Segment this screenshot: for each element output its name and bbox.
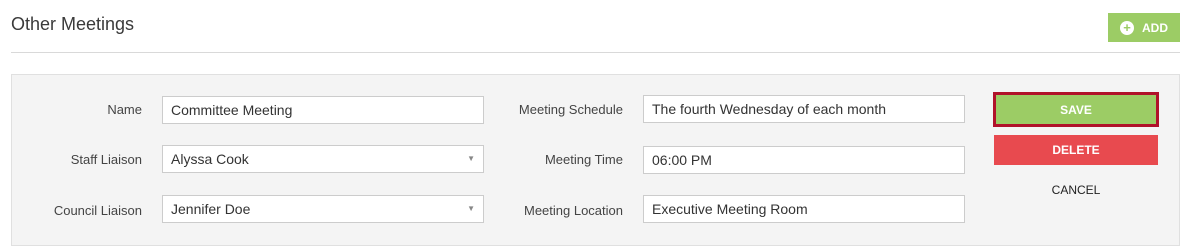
- header-divider: [11, 52, 1180, 53]
- add-button-label: ADD: [1142, 20, 1168, 35]
- meeting-time-field[interactable]: [643, 146, 965, 174]
- name-label: Name: [107, 102, 142, 117]
- meeting-schedule-field[interactable]: [643, 95, 965, 123]
- meeting-location-label: Meeting Location: [523, 203, 623, 218]
- council-liaison-value: Jennifer Doe: [171, 201, 251, 217]
- staff-liaison-select[interactable]: Alyssa Cook ▼: [162, 145, 484, 173]
- chevron-down-icon: ▼: [467, 204, 475, 213]
- staff-liaison-label: Staff Liaison: [70, 152, 142, 167]
- page-title: Other Meetings: [11, 14, 135, 34]
- section-header: Other Meetings + ADD: [0, 0, 1190, 53]
- cancel-button[interactable]: CANCEL: [994, 176, 1158, 204]
- save-button[interactable]: SAVE: [993, 92, 1159, 127]
- council-liaison-label: Council Liaison: [53, 203, 142, 218]
- plus-circle-icon: +: [1120, 20, 1134, 35]
- add-meeting-button[interactable]: + ADD: [1108, 13, 1180, 42]
- meeting-schedule-label: Meeting Schedule: [518, 102, 623, 117]
- staff-liaison-value: Alyssa Cook: [171, 151, 249, 167]
- name-field[interactable]: [162, 96, 484, 124]
- chevron-down-icon: ▼: [467, 154, 475, 163]
- council-liaison-select[interactable]: Jennifer Doe ▼: [162, 195, 484, 223]
- meeting-time-label: Meeting Time: [544, 152, 623, 167]
- meeting-location-field[interactable]: [643, 195, 965, 223]
- delete-button[interactable]: DELETE: [994, 135, 1158, 165]
